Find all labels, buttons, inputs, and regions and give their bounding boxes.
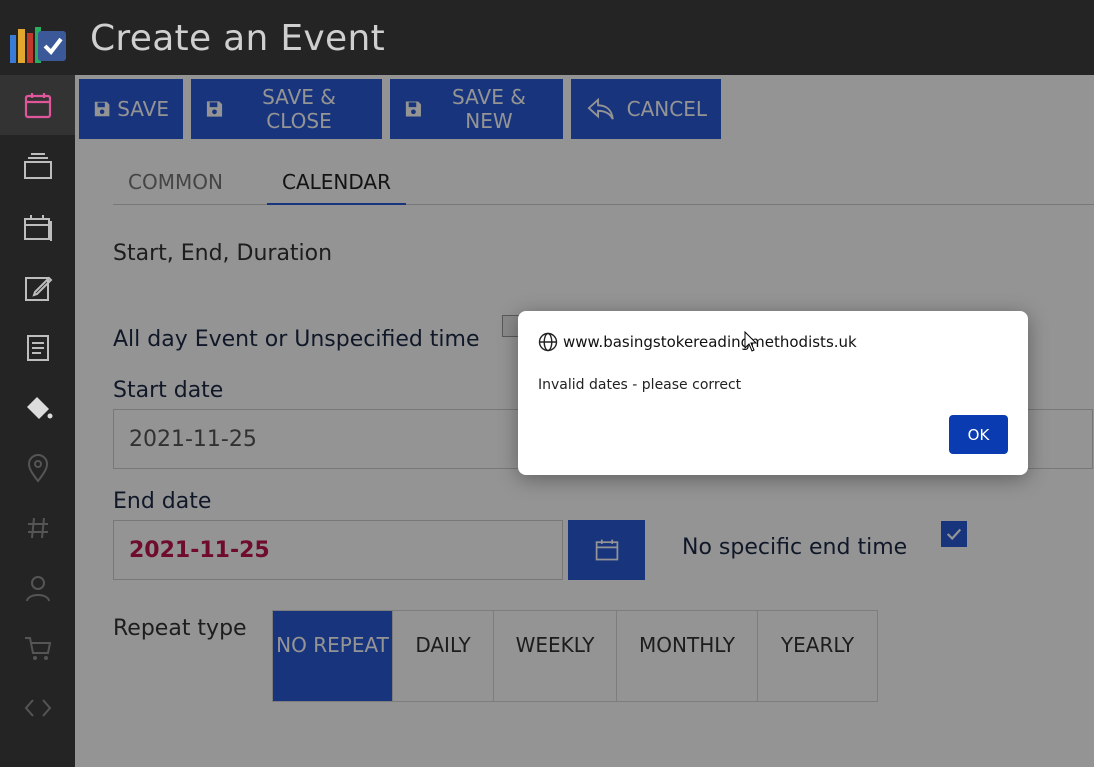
sidebar-item-bone[interactable]: [0, 738, 75, 767]
page-title: Create an Event: [90, 18, 386, 59]
app-header: Create an Event: [0, 0, 1094, 75]
code-icon: [24, 699, 51, 717]
app-logo: [10, 27, 66, 63]
mouse-cursor-icon: [744, 331, 758, 352]
cart-icon: [24, 637, 51, 660]
sidebar-item-hashtag[interactable]: [0, 498, 75, 558]
hashtag-icon: [27, 517, 48, 539]
sidebar-item-calendars[interactable]: [0, 197, 75, 257]
sidebar-item-edit[interactable]: [0, 258, 75, 318]
layers-icon: [23, 153, 52, 179]
ok-button[interactable]: OK: [949, 415, 1008, 454]
user-icon: [25, 576, 50, 602]
sidebar-item-cart[interactable]: [0, 618, 75, 678]
globe-icon: [538, 332, 558, 352]
dialog-origin: www.basingstokereadingmethodists.uk: [563, 333, 857, 351]
location-pin-icon: [27, 454, 48, 483]
calendar-icon: [24, 93, 51, 119]
sidebar-item-paint[interactable]: [0, 378, 75, 438]
calendars-icon: [23, 215, 52, 241]
dialog-message: Invalid dates - please correct: [538, 377, 742, 393]
paint-bucket-icon: [26, 397, 52, 419]
sidebar-item-calendar[interactable]: [0, 75, 75, 135]
document-icon: [26, 335, 49, 361]
bone-icon: [23, 753, 53, 767]
sidebar-item-location[interactable]: [0, 438, 75, 498]
sidebar: [0, 75, 75, 767]
alert-dialog: www.basingstokereadingmethodists.uk Inva…: [518, 311, 1028, 475]
sidebar-item-document[interactable]: [0, 318, 75, 378]
sidebar-item-layers[interactable]: [0, 137, 75, 197]
sidebar-item-code[interactable]: [0, 678, 75, 738]
edit-icon: [24, 276, 52, 301]
sidebar-item-user[interactable]: [0, 558, 75, 618]
